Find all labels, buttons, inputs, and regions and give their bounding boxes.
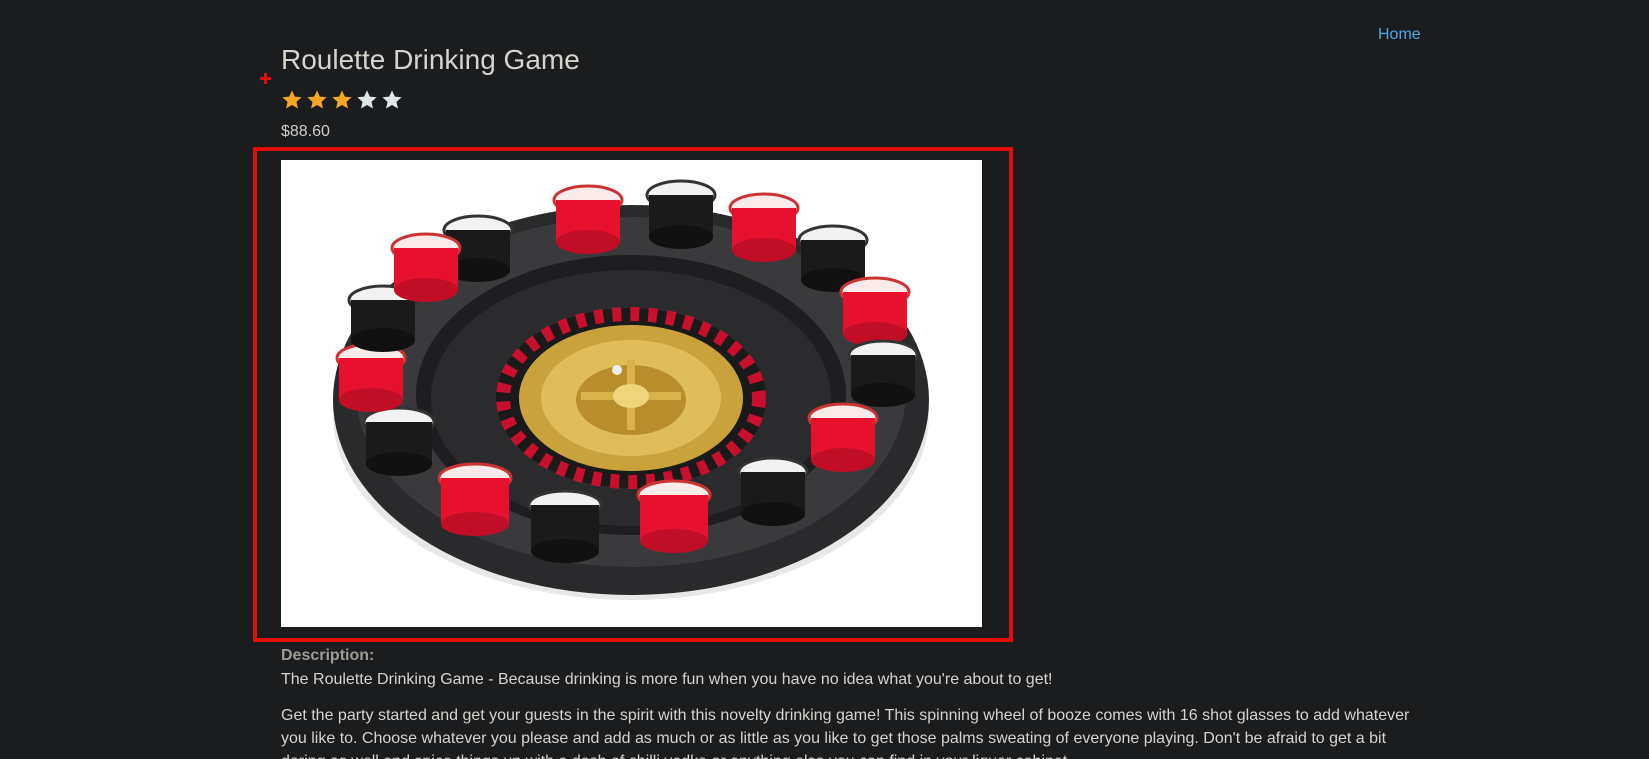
product-title: Roulette Drinking Game bbox=[281, 44, 580, 75]
star-rating bbox=[281, 89, 403, 111]
product-page: Home Roulette Drinking Game $88.60 Descr… bbox=[0, 0, 1649, 759]
description-label: Description: bbox=[281, 647, 375, 664]
product-image bbox=[281, 160, 982, 627]
crosshair-cursor-icon bbox=[260, 73, 271, 84]
star-filled-icon bbox=[282, 90, 302, 109]
roulette-photo-illustration bbox=[333, 179, 929, 600]
home-link[interactable]: Home bbox=[1378, 26, 1421, 44]
description-tagline: The Roulette Drinking Game - Because dri… bbox=[281, 671, 1053, 688]
star-filled-icon bbox=[332, 90, 352, 109]
star-empty-icon bbox=[357, 90, 377, 109]
star-filled-icon bbox=[307, 90, 327, 109]
star-empty-icon bbox=[382, 90, 402, 109]
product-price: $88.60 bbox=[281, 123, 330, 140]
description-body: Get the party started and get your guest… bbox=[281, 707, 1410, 759]
